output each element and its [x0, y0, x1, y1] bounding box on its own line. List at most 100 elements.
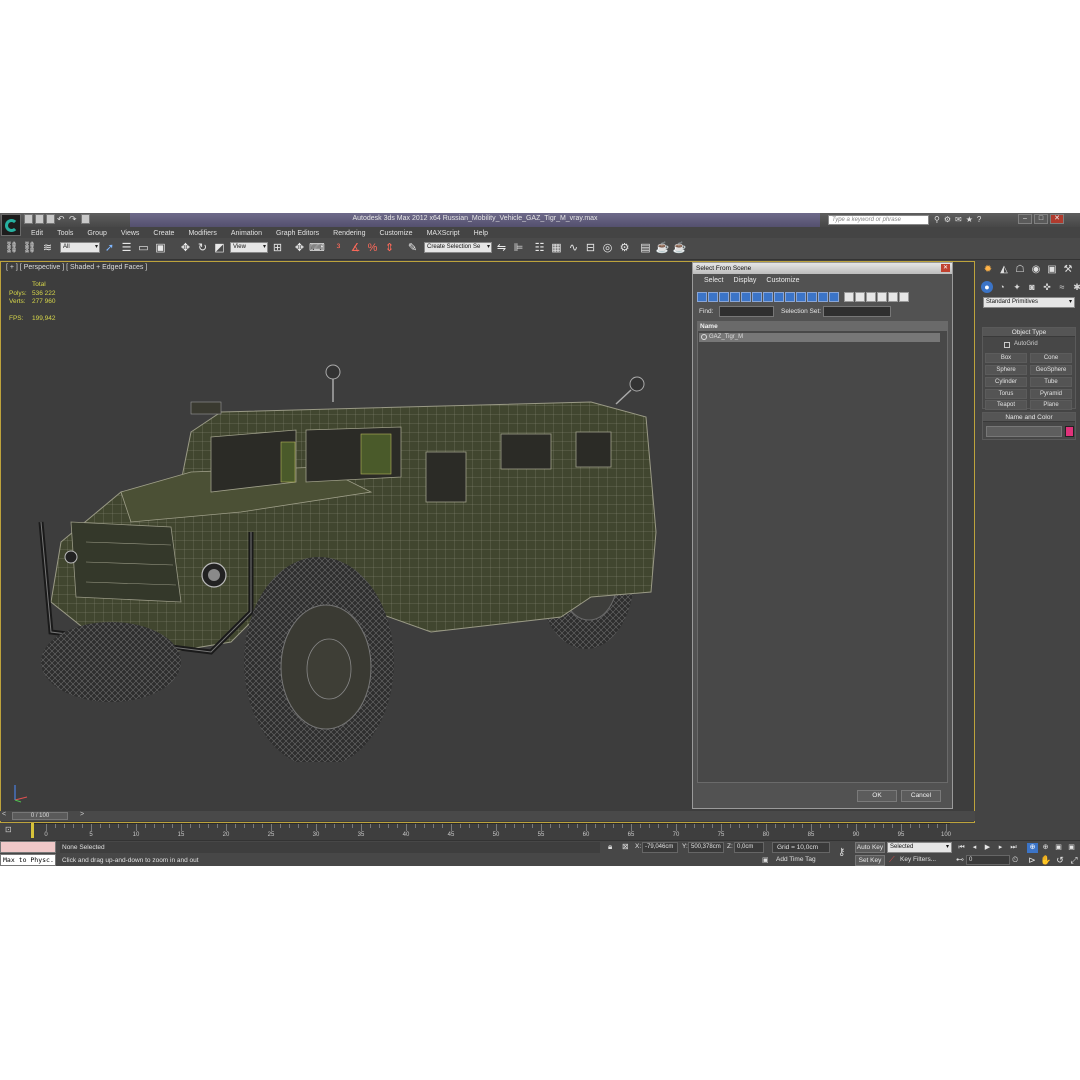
name-column-header[interactable]: Name [698, 322, 947, 331]
align-icon[interactable]: ⊫ [511, 241, 526, 256]
curve-editor-icon[interactable]: ∿ [566, 241, 581, 256]
render-iterative-icon[interactable]: ☕ [672, 241, 687, 256]
select-and-link-icon[interactable]: ⛓ [4, 241, 19, 256]
set-key-button[interactable]: Set Key [855, 855, 885, 866]
select-and-manipulate-icon[interactable]: ✥ [292, 241, 307, 256]
go-to-start-icon[interactable]: ⏮ [956, 843, 967, 853]
key-icon[interactable]: ⚷ [838, 847, 845, 858]
menu-edit[interactable]: Edit [24, 227, 50, 238]
spinner-snap-icon[interactable]: ⇕ [382, 241, 397, 256]
create-tab-icon[interactable]: ✹ [981, 263, 995, 276]
communication-center-icon[interactable]: ✉ [955, 215, 962, 225]
name-and-color-header[interactable]: Name and Color [983, 413, 1075, 422]
display-geometry-icon[interactable] [697, 292, 707, 302]
find-input[interactable] [719, 306, 774, 317]
display-bones-icon[interactable] [785, 292, 795, 302]
dialog-menu-customize[interactable]: Customize [761, 274, 804, 288]
help-icon[interactable]: ? [977, 215, 981, 225]
tube-button[interactable]: Tube [1030, 377, 1072, 387]
display-dependents-icon[interactable] [866, 292, 876, 302]
keyboard-shortcut-override-icon[interactable]: ⌨ [309, 241, 325, 256]
dialog-close-button[interactable]: ✕ [941, 264, 950, 272]
layer-manager-icon[interactable]: ☷ [532, 241, 547, 256]
pivot-center-icon[interactable]: ⊞ [270, 241, 285, 256]
time-configuration-icon[interactable]: ⏲ [1012, 855, 1018, 865]
ok-button[interactable]: OK [857, 790, 897, 802]
binoculars-icon[interactable]: ⚲ [934, 215, 940, 225]
select-all-icon[interactable] [877, 292, 887, 302]
utilities-tab-icon[interactable]: ⚒ [1061, 263, 1075, 276]
display-influences-icon[interactable] [855, 292, 865, 302]
bind-space-warp-icon[interactable]: ≋ [40, 241, 55, 256]
redo-icon[interactable]: ↷ [69, 214, 79, 224]
object-type-header[interactable]: Object Type [983, 328, 1075, 337]
minimize-button[interactable]: – [1018, 214, 1032, 224]
menu-maxscript[interactable]: MAXScript [420, 227, 467, 238]
display-helpers-icon[interactable] [741, 292, 751, 302]
time-slider-thumb[interactable]: 0 / 100 [12, 812, 68, 820]
object-color-swatch[interactable] [1065, 426, 1074, 437]
time-prev-icon[interactable]: < [2, 811, 6, 818]
autogrid-checkbox[interactable] [1004, 342, 1010, 348]
cancel-button[interactable]: Cancel [901, 790, 941, 802]
favorites-icon[interactable]: ★ [966, 215, 973, 225]
selection-filter-dropdown[interactable]: All [60, 242, 100, 253]
viewport-label[interactable]: [ + ] [ Perspective ] [ Shaded + Edged F… [6, 264, 147, 271]
time-slider[interactable]: < 0 / 100 > [0, 811, 975, 821]
render-setup-icon[interactable]: ⚙ [617, 241, 632, 256]
unlink-icon[interactable]: ⛓ [22, 241, 37, 256]
field-of-view-icon[interactable]: ⊳ [1026, 854, 1038, 866]
pyramid-button[interactable]: Pyramid [1030, 389, 1072, 399]
undo-icon[interactable]: ↶ [57, 214, 67, 224]
zoom-extents-icon[interactable]: ▣ [1053, 843, 1064, 853]
y-coordinate-field[interactable]: 500,378cm [688, 842, 724, 853]
render-production-icon[interactable]: ☕ [655, 241, 670, 256]
sphere-button[interactable]: Sphere [985, 365, 1027, 375]
cameras-category-icon[interactable]: ◙ [1026, 281, 1038, 293]
select-and-scale-icon[interactable]: ◩ [212, 241, 227, 256]
orbit-icon[interactable]: ↺ [1054, 854, 1066, 866]
menu-group[interactable]: Group [80, 227, 113, 238]
display-space-warps-icon[interactable] [752, 292, 762, 302]
torus-button[interactable]: Torus [985, 389, 1027, 399]
rectangular-selection-icon[interactable]: ▭ [136, 241, 151, 256]
geometry-category-icon[interactable]: ● [981, 281, 993, 293]
mirror-icon[interactable]: ⇋ [494, 241, 509, 256]
list-item[interactable]: GAZ_Tigr_M [699, 333, 940, 342]
geosphere-button[interactable]: GeoSphere [1030, 365, 1072, 375]
edit-named-selection-icon[interactable]: ✎ [405, 241, 420, 256]
display-lights-icon[interactable] [719, 292, 729, 302]
app-logo-icon[interactable] [1, 214, 21, 236]
maxscript-listener-output[interactable] [0, 841, 56, 853]
vehicle-model[interactable] [31, 342, 671, 762]
maxscript-listener-input[interactable]: Max to Physc. [0, 854, 56, 866]
snaps-toggle-icon[interactable]: ³ [331, 241, 346, 256]
display-xrefs-icon[interactable] [774, 292, 784, 302]
display-containers-icon[interactable] [796, 292, 806, 302]
graphite-modeling-icon[interactable]: ▦ [549, 241, 564, 256]
window-crossing-icon[interactable]: ▣ [153, 241, 168, 256]
menu-help[interactable]: Help [467, 227, 495, 238]
previous-frame-icon[interactable]: ◂ [969, 843, 980, 853]
menu-create[interactable]: Create [146, 227, 181, 238]
mini-curve-editor-icon[interactable]: ⊡ [5, 825, 12, 834]
space-warps-category-icon[interactable]: ≈ [1056, 281, 1068, 293]
current-frame-marker[interactable] [31, 823, 34, 838]
material-editor-icon[interactable]: ◎ [600, 241, 615, 256]
selection-lock-icon[interactable]: 🔒︎ [608, 842, 612, 852]
menu-customize[interactable]: Customize [372, 227, 419, 238]
x-coordinate-field[interactable]: -79,046cm [642, 842, 678, 853]
key-mode-dropdown[interactable]: Selected [887, 842, 952, 853]
menu-tools[interactable]: Tools [50, 227, 80, 238]
select-object-icon[interactable]: ➚ [102, 241, 117, 256]
current-frame-field[interactable]: 0 [966, 855, 1010, 865]
zoom-extents-all-icon[interactable]: ▣ [1066, 843, 1077, 853]
display-tab-icon[interactable]: ▣ [1045, 263, 1059, 276]
select-and-move-icon[interactable]: ✥ [178, 241, 193, 256]
display-groups-icon[interactable] [763, 292, 773, 302]
teapot-button[interactable]: Teapot [985, 400, 1027, 410]
z-coordinate-field[interactable]: 0,0cm [734, 842, 764, 853]
named-selection-dropdown[interactable]: Create Selection Se [424, 242, 492, 253]
maximize-viewport-icon[interactable]: ⤢ [1068, 854, 1080, 866]
schematic-view-icon[interactable]: ⊟ [583, 241, 598, 256]
